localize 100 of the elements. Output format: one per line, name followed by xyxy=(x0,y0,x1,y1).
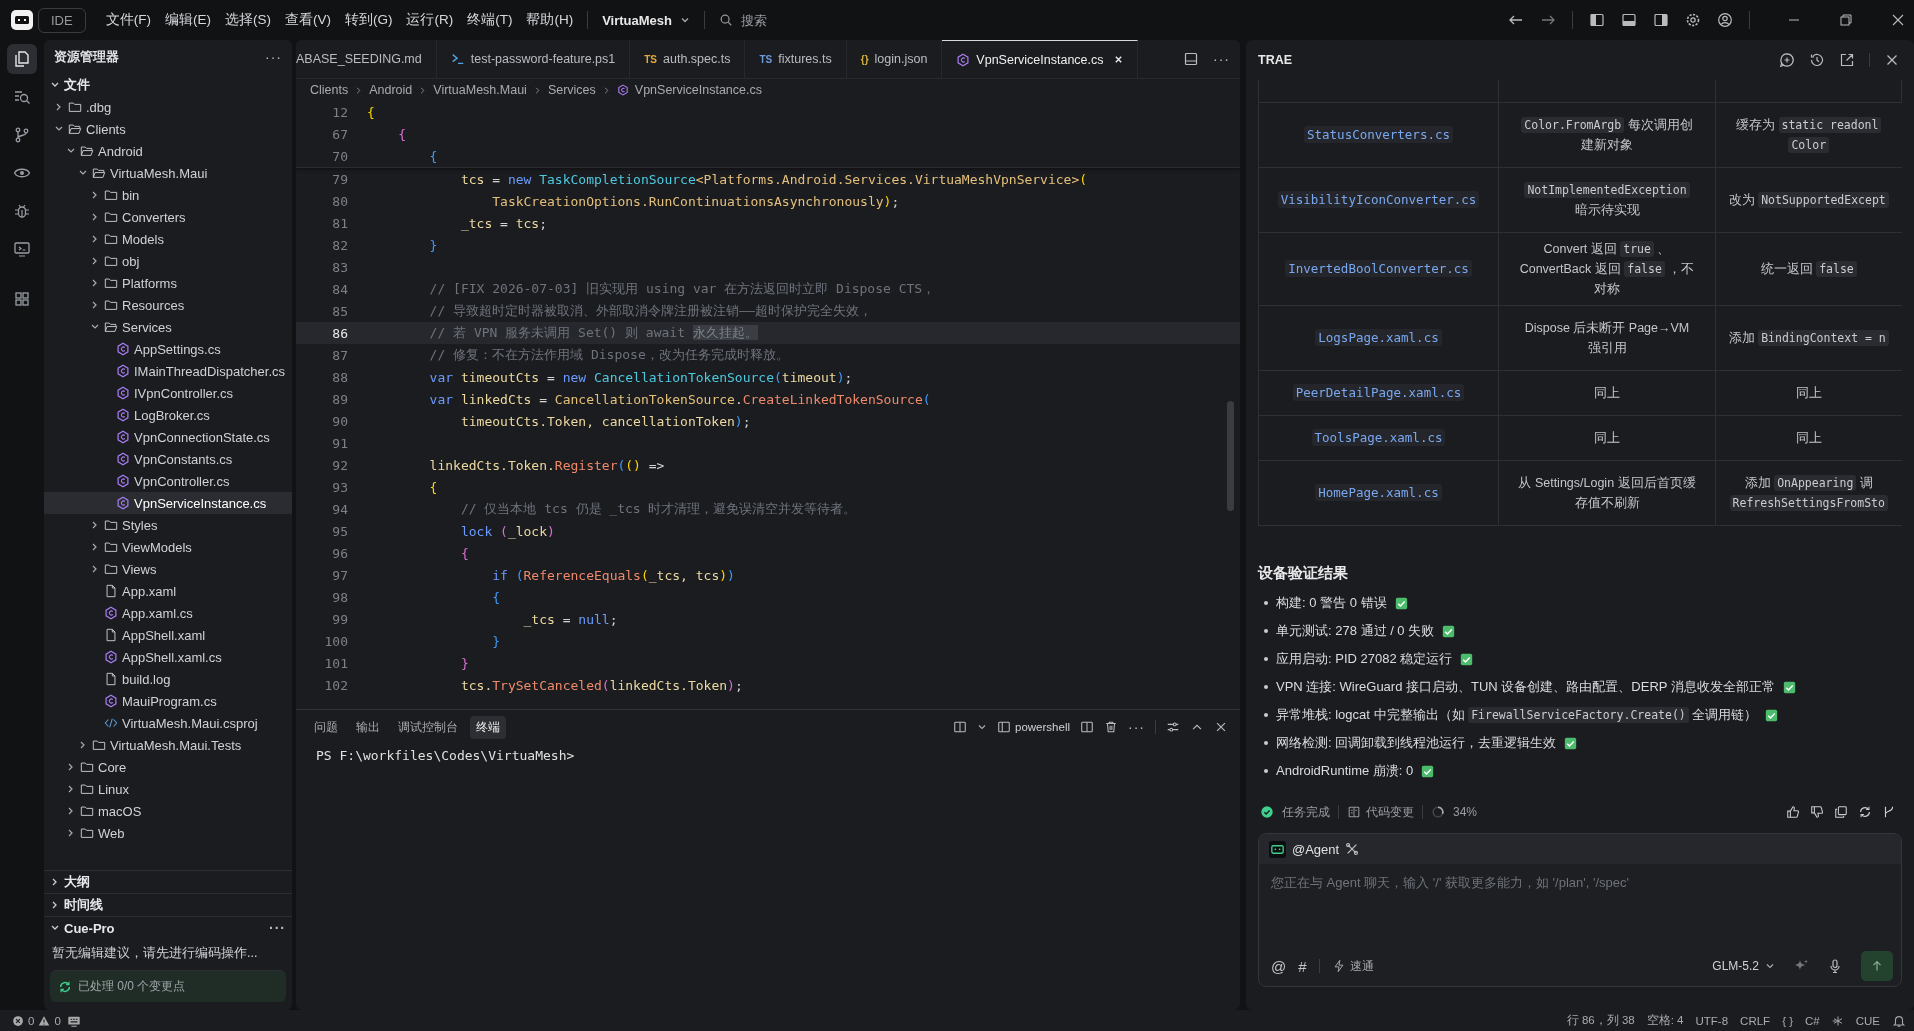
menu-item[interactable]: 选择(S) xyxy=(224,11,271,29)
panel-tab[interactable]: 输出 xyxy=(350,715,386,739)
tree-item[interactable]: IVpnController.cs xyxy=(44,382,292,404)
branch-icon[interactable] xyxy=(1882,805,1896,819)
tree-item[interactable]: App.xaml.cs xyxy=(44,602,292,624)
tree-item[interactable]: Styles xyxy=(44,514,292,536)
editor-tab[interactable]: TS fixtures.ts xyxy=(745,40,847,78)
tree-item[interactable]: Web xyxy=(44,822,292,844)
chat-input[interactable]: @Agent 您正在与 Agent 聊天，输入 '/' 获取更多能力，如 '/plan', '/spec' @ # 速通 GLM-5.2 xyxy=(1258,833,1902,987)
status-item[interactable]: C# xyxy=(1805,1014,1820,1027)
section-header[interactable]: Cue-Pro ··· xyxy=(44,916,292,939)
status-item[interactable]: UTF-8 xyxy=(1695,1014,1729,1027)
tree-item[interactable]: bin xyxy=(44,184,292,206)
tree-item[interactable]: AppShell.xaml.cs xyxy=(44,646,292,668)
status-item[interactable]: 行 86，列 38 xyxy=(1566,1013,1635,1028)
mode-button[interactable]: 速通 xyxy=(1331,957,1374,975)
split-layout-icon[interactable] xyxy=(1183,51,1199,67)
breadcrumb-item[interactable]: VpnServiceInstance.cs xyxy=(634,83,762,97)
tools-icon[interactable] xyxy=(1345,842,1360,856)
changes-icon[interactable] xyxy=(1347,805,1361,819)
tree-item[interactable]: VpnConstants.cs xyxy=(44,448,292,470)
ide-button[interactable]: IDE xyxy=(38,7,86,33)
tree-item[interactable]: LogBroker.cs xyxy=(44,404,292,426)
tree-item[interactable]: Models xyxy=(44,228,292,250)
menu-item[interactable]: 编辑(E) xyxy=(164,11,211,29)
tree-item[interactable]: AppShell.xaml xyxy=(44,624,292,646)
split-icon[interactable] xyxy=(1080,720,1094,734)
restore-icon[interactable] xyxy=(1838,12,1854,28)
editor-tab[interactable]: test-password-feature.ps1 xyxy=(436,40,631,78)
tree-item[interactable]: ViewModels xyxy=(44,536,292,558)
tree-item[interactable]: obj xyxy=(44,250,292,272)
new-chat-icon[interactable] xyxy=(1779,52,1795,68)
breadcrumb-item[interactable]: Services xyxy=(547,83,596,97)
tree-item[interactable]: VirtuaMesh.Maui.csproj xyxy=(44,712,292,734)
menu-item[interactable]: 帮助(H) xyxy=(526,11,574,29)
menu-item[interactable]: 文件(F) xyxy=(105,11,151,29)
errors-indicator[interactable]: 0 0 xyxy=(12,1014,61,1027)
more-button[interactable]: ··· xyxy=(1213,51,1230,67)
thumbs-down-icon[interactable] xyxy=(1810,805,1824,819)
tree-item[interactable]: VpnController.cs xyxy=(44,470,292,492)
tree-item[interactable]: VirtuaMesh.Maui xyxy=(44,162,292,184)
more-button[interactable]: ··· xyxy=(1128,719,1145,735)
layout-icon[interactable] xyxy=(953,720,967,734)
menu-item[interactable]: 运行(R) xyxy=(406,11,454,29)
status-item[interactable]: CUE xyxy=(1855,1014,1880,1027)
mention-button[interactable]: @ xyxy=(1271,957,1287,975)
section-header[interactable]: 文件 xyxy=(44,74,292,96)
caret-icon[interactable] xyxy=(977,722,987,732)
send-button[interactable] xyxy=(1861,951,1893,981)
menu-item[interactable]: 终端(T) xyxy=(467,11,513,29)
history-icon[interactable] xyxy=(1809,52,1825,68)
breadcrumb-item[interactable]: Android xyxy=(369,83,413,97)
account-icon[interactable] xyxy=(1717,12,1733,28)
tree-item[interactable]: Core xyxy=(44,756,292,778)
tree-item[interactable]: AppSettings.cs xyxy=(44,338,292,360)
terminal-selector[interactable]: powershell xyxy=(1015,721,1070,733)
breadcrumb-item[interactable]: Clients xyxy=(310,83,349,97)
search-field[interactable]: 搜索 xyxy=(739,11,823,29)
right-panel-icon[interactable] xyxy=(1653,12,1669,28)
hash-button[interactable]: # xyxy=(1298,957,1307,975)
tree-item[interactable]: VpnConnectionState.cs xyxy=(44,426,292,448)
sliders-icon[interactable] xyxy=(1166,720,1180,734)
copy-icon[interactable] xyxy=(1834,805,1848,819)
tree-item[interactable]: Converters xyxy=(44,206,292,228)
panel-tab[interactable]: 问题 xyxy=(308,715,344,739)
tree-item[interactable]: Resources xyxy=(44,294,292,316)
tree-item[interactable]: Services xyxy=(44,316,292,338)
scrollbar[interactable] xyxy=(1227,401,1234,511)
project-dropdown[interactable]: VirtuaMesh xyxy=(602,12,690,28)
panel-tab[interactable]: 调试控制台 xyxy=(392,715,464,739)
status-item[interactable]: 空格: 4 xyxy=(1646,1013,1684,1028)
tree-item[interactable]: Linux xyxy=(44,778,292,800)
editor-tab[interactable]: ABASE_SEEDING.md xyxy=(296,40,437,78)
tree-item[interactable]: IMainThreadDispatcher.cs xyxy=(44,360,292,382)
tree-item[interactable]: Platforms xyxy=(44,272,292,294)
tree-item[interactable]: Clients xyxy=(44,118,292,140)
search-icon[interactable] xyxy=(719,13,733,27)
external-link-icon[interactable] xyxy=(1839,52,1855,68)
model-selector[interactable]: GLM-5.2 xyxy=(1712,959,1775,973)
menu-item[interactable]: 查看(V) xyxy=(284,11,331,29)
menu-item[interactable]: 转到(G) xyxy=(344,11,393,29)
tree-item[interactable]: App.xaml xyxy=(44,580,292,602)
tree-item[interactable]: macOS xyxy=(44,800,292,822)
microphone-icon[interactable] xyxy=(1827,958,1843,974)
tree-item[interactable]: Views xyxy=(44,558,292,580)
more-button[interactable]: ··· xyxy=(269,920,286,936)
status-item[interactable]: CRLF xyxy=(1740,1014,1771,1027)
refresh-icon[interactable] xyxy=(1858,805,1872,819)
section-header[interactable]: 时间线 xyxy=(44,893,292,916)
bell-icon[interactable] xyxy=(1892,1013,1906,1028)
agent-label[interactable]: @Agent xyxy=(1292,841,1340,857)
status-item[interactable]: { } xyxy=(1782,1014,1793,1027)
bottom-panel-icon[interactable] xyxy=(1621,12,1637,28)
tree-item[interactable]: VpnServiceInstance.cs xyxy=(44,492,292,514)
trash-icon[interactable] xyxy=(1104,720,1118,734)
files-icon[interactable] xyxy=(7,44,37,74)
tree-item[interactable]: VirtuaMesh.Maui.Tests xyxy=(44,734,292,756)
tree-item[interactable]: build.log xyxy=(44,668,292,690)
tree-item[interactable]: .dbg xyxy=(44,96,292,118)
section-header[interactable]: 大纲 xyxy=(44,870,292,893)
